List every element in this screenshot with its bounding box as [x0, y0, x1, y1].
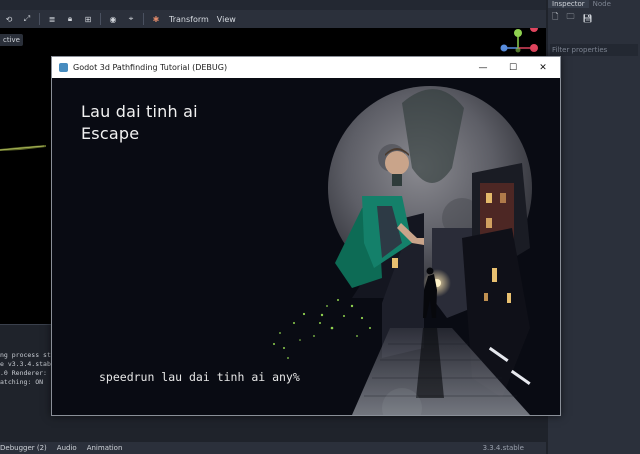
viewport-toolbar: ⟲ ⤢ ≣ 🔒︎ ⊞ ◉ ⌖ ✱ Transform View — [0, 10, 546, 28]
view-menu[interactable]: View — [217, 15, 236, 24]
transform-menu[interactable]: Transform — [169, 15, 209, 24]
game-subtitle: speedrun lau dai tinh ai any% — [99, 370, 300, 384]
save-icon[interactable]: 💾︎ — [582, 14, 592, 23]
godot-icon — [59, 63, 68, 72]
game-window-titlebar[interactable]: Godot 3d Pathfinding Tutorial (DEBUG) — … — [52, 57, 560, 78]
inspector-toolbar: 🗋︎ 🗀︎ 💾︎ — [548, 8, 640, 28]
output-line: ng process star — [0, 351, 59, 359]
tab-animation[interactable]: Animation — [87, 444, 123, 452]
group-icon[interactable]: ⊞ — [83, 14, 93, 24]
toolbar-separator — [39, 13, 40, 25]
snap-icon[interactable]: ⌖ — [126, 14, 136, 24]
reset-icon[interactable]: ⟲ — [4, 14, 14, 24]
game-title-line-1: Lau dai tinh ai — [81, 102, 198, 121]
scale-icon[interactable]: ⤢ — [22, 14, 32, 24]
output-line: e v3.3.4.stable — [0, 360, 59, 368]
tab-audio[interactable]: Audio — [57, 444, 77, 452]
maximize-button[interactable]: ☐ — [498, 57, 528, 78]
game-title-line-2: Escape — [81, 124, 140, 143]
lock-icon[interactable]: 🔒︎ — [65, 14, 75, 24]
output-line: atching: ON — [0, 378, 44, 386]
filter-properties-input[interactable]: Filter properties — [550, 44, 638, 56]
output-line: .0 Renderer: In — [0, 369, 59, 377]
output-log: ng process star e v3.3.4.stable .0 Rende… — [0, 351, 59, 387]
bottom-panel-tabs: Debugger (2) Audio Animation 3.3.4.stabl… — [0, 442, 546, 454]
game-window: Godot 3d Pathfinding Tutorial (DEBUG) — … — [51, 56, 561, 416]
scene-mesh-preview — [0, 145, 46, 151]
camera-icon[interactable]: ✱ — [151, 14, 161, 24]
open-folder-icon[interactable]: 🗀︎ — [566, 11, 574, 25]
minimize-button[interactable]: — — [468, 57, 498, 78]
game-window-title: Godot 3d Pathfinding Tutorial (DEBUG) — [73, 63, 228, 72]
list-icon[interactable]: ≣ — [47, 14, 57, 24]
tab-node[interactable]: Node — [589, 0, 615, 8]
close-button[interactable]: ✕ — [528, 57, 558, 78]
orientation-gizmo[interactable] — [500, 28, 544, 56]
local-space-icon[interactable]: ◉ — [108, 14, 118, 24]
tab-debugger[interactable]: Debugger (2) — [0, 444, 47, 452]
game-viewport[interactable]: Lau dai tinh ai Escape speedrun lau dai … — [52, 78, 560, 415]
perspective-label[interactable]: ctive — [0, 34, 23, 46]
new-resource-icon[interactable]: 🗋︎ — [552, 11, 558, 25]
version-label: 3.3.4.stable — [482, 444, 524, 452]
inspector-dock: Inspector Node 🗋︎ 🗀︎ 💾︎ Filter propertie… — [548, 0, 640, 454]
toolbar-separator — [100, 13, 101, 25]
editor-top-strip — [0, 0, 546, 10]
tab-inspector[interactable]: Inspector — [548, 0, 589, 8]
inspector-tabs: Inspector Node — [548, 0, 640, 8]
toolbar-separator — [143, 13, 144, 25]
